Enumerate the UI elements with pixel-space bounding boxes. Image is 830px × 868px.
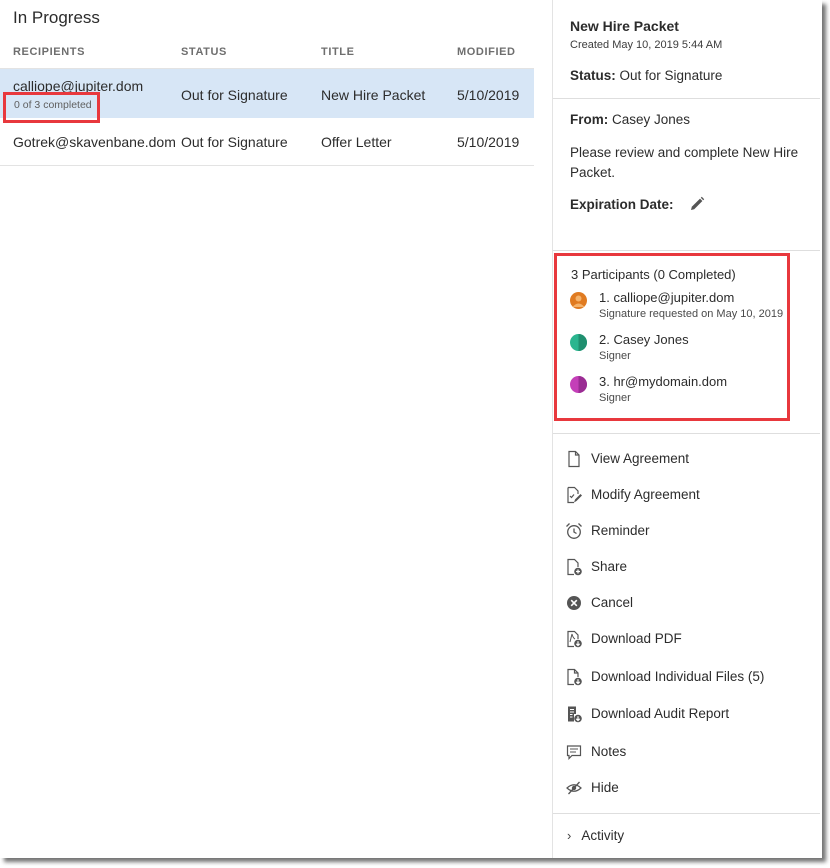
reminder-action[interactable]: Reminder xyxy=(565,521,815,543)
participant-name: 2. Casey Jones xyxy=(599,332,689,347)
column-header-title[interactable]: TITLE xyxy=(321,46,355,58)
table-row[interactable]: Gotrek@skavenbane.dom Out for Signature … xyxy=(0,118,534,166)
avatar xyxy=(570,334,587,351)
alarm-clock-icon xyxy=(565,522,583,540)
avatar xyxy=(570,376,587,393)
from-line: From: Casey Jones xyxy=(570,112,690,127)
agreement-message: Please review and complete New Hire Pack… xyxy=(570,145,799,180)
share-action[interactable]: Share xyxy=(565,557,815,579)
action-label: Download PDF xyxy=(591,631,682,646)
action-label: Download Audit Report xyxy=(591,706,730,721)
modify-agreement-action[interactable]: Modify Agreement xyxy=(565,485,815,507)
agreement-list: In Progress RECIPIENTS STATUS TITLE MODI… xyxy=(0,0,534,858)
expiration-line: Expiration Date: xyxy=(570,196,705,215)
audit-report-icon xyxy=(565,705,583,723)
column-header-recipients[interactable]: RECIPIENTS xyxy=(13,46,85,58)
hide-action[interactable]: Hide xyxy=(565,778,815,800)
participant-name: 1. calliope@jupiter.dom xyxy=(599,290,735,305)
pencil-icon[interactable] xyxy=(689,196,705,215)
column-header-status[interactable]: STATUS xyxy=(181,46,227,58)
participant-name: 3. hr@mydomain.dom xyxy=(599,374,728,389)
details-panel: New Hire Packet Created May 10, 2019 5:4… xyxy=(552,0,822,858)
participants-heading: 3 Participants (0 Completed) xyxy=(571,267,736,282)
download-audit-report-action[interactable]: Download Audit Report xyxy=(565,704,815,726)
recipient-cell: calliope@jupiter.dom xyxy=(13,78,144,94)
share-document-icon xyxy=(565,558,583,576)
from-value: Casey Jones xyxy=(612,112,691,127)
divider xyxy=(553,98,820,99)
agreement-title: New Hire Packet xyxy=(570,18,679,34)
from-label: From: xyxy=(570,112,609,127)
document-icon xyxy=(565,450,583,468)
list-title: In Progress xyxy=(13,8,100,27)
progress-text: 0 of 3 completed xyxy=(14,99,92,111)
action-label: Download Individual Files (5) xyxy=(591,669,765,684)
recipient-cell: Gotrek@skavenbane.dom xyxy=(13,134,176,150)
participant-role: Signature requested on May 10, 2019 xyxy=(599,308,784,320)
participant-role: Signer xyxy=(599,392,631,404)
download-individual-files-action[interactable]: Download Individual Files (5) xyxy=(565,667,815,689)
notes-action[interactable]: Notes xyxy=(565,742,815,764)
avatar xyxy=(570,292,587,309)
divider xyxy=(553,433,820,434)
table-row[interactable]: calliope@jupiter.dom 0 of 3 completed Ou… xyxy=(0,69,534,118)
download-pdf-icon xyxy=(565,630,583,648)
status-cell: Out for Signature xyxy=(181,134,288,150)
action-label: Cancel xyxy=(591,595,634,610)
column-header-modified[interactable]: MODIFIED xyxy=(457,46,516,58)
cancel-circle-icon xyxy=(565,594,583,612)
expiration-label: Expiration Date: xyxy=(570,197,674,213)
document-edit-icon xyxy=(565,486,583,504)
action-label: View Agreement xyxy=(591,451,690,466)
activity-toggle[interactable]: › Activity xyxy=(567,828,624,843)
modified-cell: 5/10/2019 xyxy=(457,87,520,103)
action-label: Notes xyxy=(591,744,627,759)
app-window: In Progress RECIPIENTS STATUS TITLE MODI… xyxy=(0,0,822,858)
status-line: Status: Out for Signature xyxy=(570,68,722,83)
participant-role: Signer xyxy=(599,350,631,362)
action-label: Hide xyxy=(591,780,619,795)
divider xyxy=(553,250,820,251)
status-label: Status: xyxy=(570,68,616,83)
download-files-icon xyxy=(565,668,583,686)
title-cell: New Hire Packet xyxy=(321,87,426,103)
hide-eye-icon xyxy=(565,779,583,797)
status-value: Out for Signature xyxy=(619,68,723,83)
action-label: Reminder xyxy=(591,523,650,538)
title-cell: Offer Letter xyxy=(321,134,392,150)
cancel-action[interactable]: Cancel xyxy=(565,593,815,615)
download-pdf-action[interactable]: Download PDF xyxy=(565,629,815,651)
chevron-right-icon: › xyxy=(567,828,572,843)
status-cell: Out for Signature xyxy=(181,87,288,103)
divider xyxy=(553,813,820,814)
activity-label: Activity xyxy=(581,828,625,843)
action-label: Modify Agreement xyxy=(591,487,700,502)
view-agreement-action[interactable]: View Agreement xyxy=(565,449,815,471)
created-date: Created May 10, 2019 5:44 AM xyxy=(570,39,723,51)
action-label: Share xyxy=(591,559,628,574)
modified-cell: 5/10/2019 xyxy=(457,134,520,150)
notes-icon xyxy=(565,743,583,761)
